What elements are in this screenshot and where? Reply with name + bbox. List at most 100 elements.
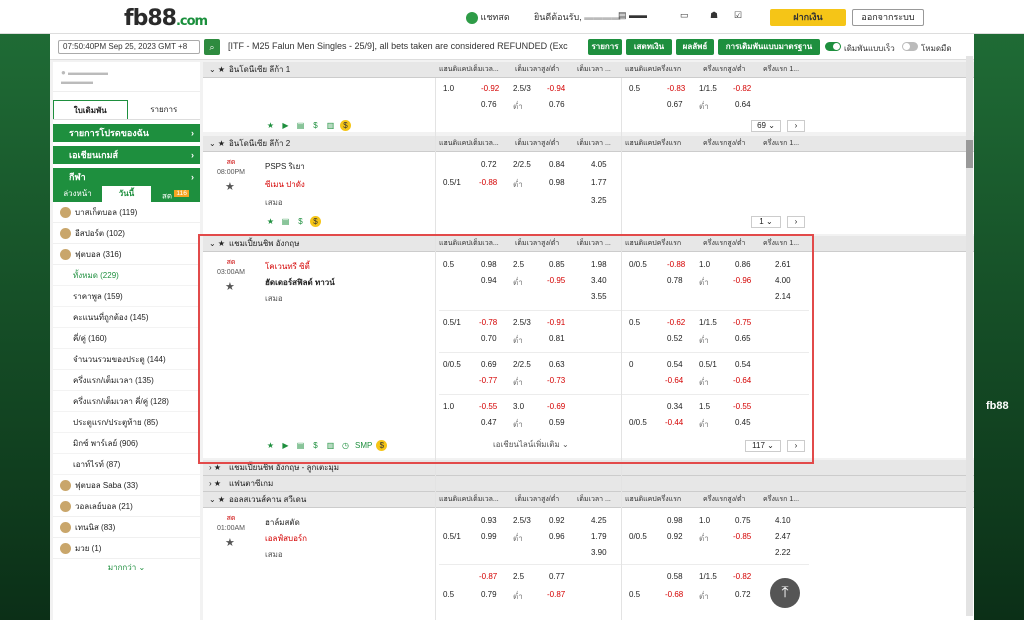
match-time: สด 03:00AM [216,259,246,276]
sport-basketball[interactable]: บาสเก็ตบอล (119) [53,202,200,223]
sport-esports[interactable]: อีสปอร์ต (102) [53,223,200,244]
banner-logo-text: fb88 [986,400,1009,412]
results-button[interactable]: ผลลัพธ์ [676,39,714,55]
league-header-collapsed[interactable]: › ★ แฟนตาซีเกม [203,476,974,492]
sport-volleyball[interactable]: วอลเลย์บอล (21) [53,496,200,517]
coin-icon[interactable]: $ [376,440,388,451]
scroll-to-top-button[interactable]: ⤒ [770,578,800,608]
match-time: สด 08:00PM [216,159,246,176]
next-page-button[interactable]: › [787,216,805,228]
page-select[interactable]: 1 ⌄ [751,216,781,228]
favorite-star-icon[interactable]: ★ [225,280,235,293]
sport-boxing[interactable]: มวย (1) [53,538,200,559]
deposit-button[interactable]: ฝากเงิน [770,9,846,26]
match-tools: ★ ▶ ▤ $ ▥ ◷ SMP $ [265,440,388,451]
promo-icon[interactable]: ▭ [680,10,689,21]
tab-betslip[interactable]: ใบเดิมพัน [53,100,128,119]
checklist-icon[interactable]: ☑ [734,10,742,21]
welcome-text: ยินดีต้อนรับ, ▬▬▬▬ [534,12,621,22]
scrollbar[interactable] [966,56,973,616]
list-button[interactable]: รายการ [588,39,622,55]
column-divider [435,78,436,620]
dark-mode-toggle[interactable] [902,42,918,51]
sport-football[interactable]: ฟุตบอล (316) [53,244,200,265]
sidebar-favorites[interactable]: รายการโปรดของฉัน [53,124,200,142]
home-team: โคเวนทรี ซิตี้ [265,262,310,271]
tab-live[interactable]: สด 116 [151,186,200,202]
sub-correct-score[interactable]: คะแนนที่ถูกต้อง (145) [53,307,200,328]
smp-link[interactable]: SMP [355,440,372,451]
user-icon[interactable]: ☗ [710,10,718,21]
row-divider [439,310,809,311]
league-header[interactable]: ⌄ ★ แชมเปี้ยนชิพ อังกฤษ แฮนดิแคปเต็มเวล..… [203,236,974,252]
clock: 07:50:40PM Sep 25, 2023 GMT +8 [58,40,200,54]
sub-all[interactable]: ทั้งหมด (229) [53,265,200,286]
sidebar-asian-games[interactable]: เอเชียนเกมส์ [53,146,200,164]
sub-pool[interactable]: ราคาพูล (159) [53,286,200,307]
account-panel: ● ▬▬▬▬▬ ▬▬▬▬ [53,62,200,92]
star-icon[interactable]: ★ [265,216,276,227]
away-team: ฮัดเดอร์สฟิลด์ ทาวน์ [265,278,335,287]
dollar-icon[interactable]: $ [310,440,321,451]
league-header-collapsed[interactable]: › ★ แชมเปี้ยนชิพ อังกฤษ - ลูกเตะมุม [203,460,974,476]
stats-icon[interactable]: ▤ [295,440,306,451]
home-team: ฮาล์มสตัด [265,518,300,527]
page-select[interactable]: 69 ⌄ [751,120,781,132]
page-select[interactable]: 117 ⌄ [745,440,781,452]
league-header[interactable]: ⌄ ★ ออลสเวนส์คาน สวีเดน แฮนดิแคปเต็มเวล..… [203,492,974,508]
stats-icon[interactable]: ▤ [280,216,291,227]
match-tools: ★ ▤ $ $ [265,216,321,227]
chart-icon[interactable]: ▥ [325,440,336,451]
tab-today[interactable]: วันนี้ [102,186,151,202]
dollar-icon[interactable]: $ [295,216,306,227]
sport-tennis[interactable]: เทนนิส (83) [53,517,200,538]
row-divider [439,564,809,565]
sub-ht-ft[interactable]: ครึ่งแรก/เต็มเวลา (135) [53,370,200,391]
sub-odd-even[interactable]: คี่/คู่ (160) [53,328,200,349]
chart-icon[interactable]: ▥ [325,120,336,131]
logout-button[interactable]: ออกจากระบบ [852,9,924,26]
more-asian-lines-link[interactable]: เอเชียนไลน์เพิ่มเติม ⌄ [493,438,569,451]
league-header[interactable]: ⌄ ★ อินโดนีเซีย ลีก้า 2 แฮนดิแคปเต็มเวล..… [203,136,974,152]
sport-saba[interactable]: ฟุตบอล Saba (33) [53,475,200,496]
clock-icon[interactable]: ◷ [340,440,351,451]
live-chat-link[interactable]: แชทสด [466,10,510,24]
odds-table: ⌄ ★ อินโดนีเซีย ลีก้า 1 แฮนดิแคปเต็มเวล..… [203,62,974,620]
match-row: 1.0 -0.92 2.5/3 -0.94 0.5 -0.83 1/1.5 -0.82 … [203,78,974,132]
sidebar-sports[interactable]: กีฬา [53,168,200,186]
tab-early[interactable]: ล่วงหน้า [53,186,102,202]
wallet-icon[interactable]: ▤ ▬▬ [618,10,647,21]
search-icon[interactable]: ⌕ [204,39,220,55]
star-icon[interactable]: ★ [265,440,276,451]
quick-bet-toggle[interactable] [825,42,841,51]
next-page-button[interactable]: › [787,120,805,132]
sub-total-goals[interactable]: จำนวนรวมของประตู (144) [53,349,200,370]
play-icon[interactable]: ▶ [280,440,291,451]
coin-icon[interactable]: $ [310,216,321,227]
dollar-icon[interactable]: $ [310,120,321,131]
bet-mode-select[interactable]: การเดิมพันแบบมาตรฐาน [718,39,820,55]
betslip-tabs: ใบเดิมพัน รายการ [53,100,200,120]
league-header[interactable]: ⌄ ★ อินโดนีเซีย ลีก้า 1 แฮนดิแคปเต็มเวล..… [203,62,974,78]
statement-button[interactable]: เสตทเงิน [626,39,672,55]
day-tabs: ล่วงหน้า วันนี้ สด 116 [53,186,200,202]
fb88-logo[interactable]: fb88.com [124,6,208,31]
coin-icon[interactable]: $ [340,120,351,131]
more-sports-link[interactable]: มากกว่า ⌄ [53,559,200,577]
stats-icon[interactable]: ▤ [295,120,306,131]
sub-mix-parlay[interactable]: มิกซ์ พาร์เลย์ (906) [53,433,200,454]
quick-bet-label: เดิมพันแบบเร็ว [844,44,895,53]
column-divider [621,78,622,620]
match-time: สด 01:00AM [216,515,246,532]
sub-first-last-goal[interactable]: ประตูแรก/ประตูท้าย (85) [53,412,200,433]
favorite-star-icon[interactable]: ★ [225,180,235,193]
scrollbar-thumb[interactable] [966,140,973,168]
tab-list[interactable]: รายการ [128,100,201,119]
play-icon[interactable]: ▶ [280,120,291,131]
star-icon[interactable]: ★ [265,120,276,131]
next-page-button[interactable]: › [787,440,805,452]
favorite-star-icon[interactable]: ★ [225,536,235,549]
match-row: สด 08:00PM ★ PSPS ริเยา ซีเมน ปาดัง เสมอ … [203,152,974,234]
sub-ht-ft-odd-even[interactable]: ครึ่งแรก/เต็มเวลา คี่/คู่ (128) [53,391,200,412]
sub-outright[interactable]: เอาท์ไรท์ (87) [53,454,200,475]
